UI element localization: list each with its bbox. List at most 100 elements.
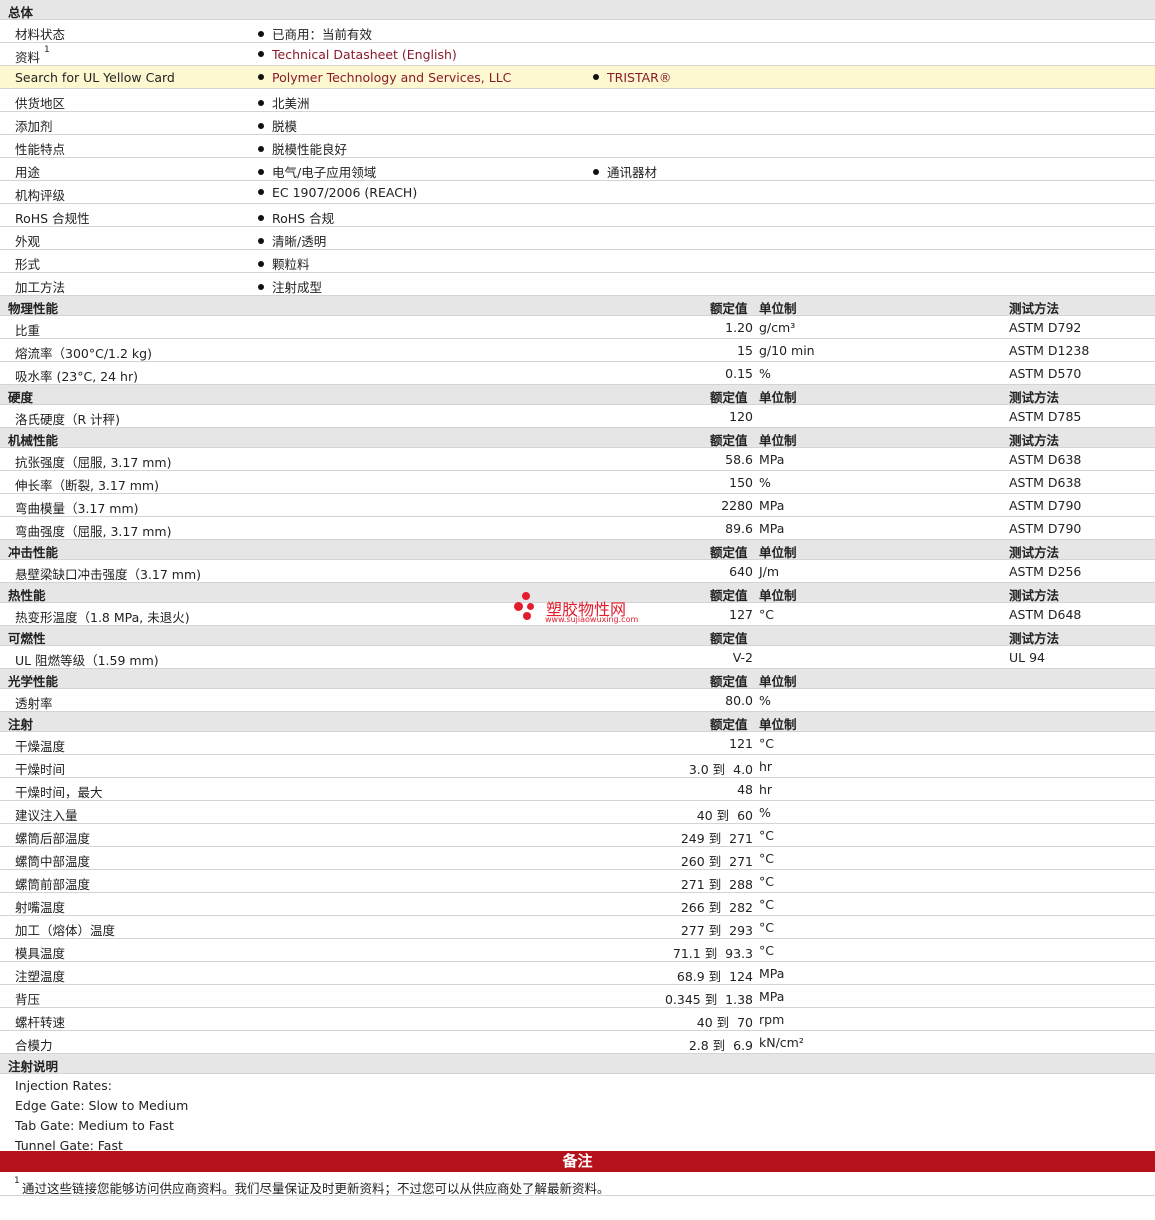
general-row: 外观 清晰/透明	[0, 227, 1155, 250]
col-unit-header: 单位制	[759, 433, 797, 448]
col-method-header: 测试方法	[1009, 631, 1060, 646]
bullet-icon	[258, 146, 264, 152]
property-label: 比重	[15, 323, 41, 338]
remarks-title: 备注	[562, 1152, 593, 1170]
row-label: 资料	[15, 50, 41, 65]
property-row: 弯曲强度（屈服, 3.17 mm) 89.6 MPa ASTM D790	[0, 517, 1155, 540]
property-value: 271 到 288	[680, 877, 753, 892]
value-text: 颗粒料	[272, 257, 310, 272]
property-row: 洛氏硬度（R 计秤) 120 ASTM D785	[0, 405, 1155, 428]
property-value: 89.6	[725, 521, 753, 536]
col-method-header: 测试方法	[1009, 390, 1060, 405]
value-text: 注射成型	[272, 280, 323, 295]
row-value: 脱模	[258, 116, 297, 135]
value-text: 清晰/透明	[272, 234, 327, 249]
bullet-icon	[593, 74, 599, 80]
property-unit: °C	[759, 851, 774, 866]
bullet-icon	[258, 169, 264, 175]
remarks-text: 通过这些链接您能够访问供应商资料。我们尽量保证及时更新资料；不过您可以从供应商处…	[22, 1181, 610, 1196]
property-label: 干燥时间	[15, 762, 66, 777]
property-unit: MPa	[759, 966, 785, 981]
bullet-icon	[258, 261, 264, 267]
row-label: 加工方法	[15, 280, 66, 295]
value-text: 脱模性能良好	[272, 142, 348, 157]
section-header: 硬度 额定值 单位制 测试方法	[0, 385, 1155, 405]
value-text[interactable]: TRISTAR®	[607, 70, 671, 85]
property-unit: %	[759, 475, 771, 490]
brand-link[interactable]: TRISTAR®	[593, 70, 671, 85]
property-label: 注塑温度	[15, 969, 66, 984]
col-unit-header: 单位制	[759, 390, 797, 405]
general-row: 形式 颗粒料	[0, 250, 1155, 273]
row-label: 供货地区	[15, 96, 66, 111]
remarks-row: 1 通过这些链接您能够访问供应商资料。我们尽量保证及时更新资料；不过您可以从供应商…	[0, 1172, 1155, 1196]
general-row: 资料 1 Technical Datasheet (English)	[0, 43, 1155, 66]
test-method: ASTM D785	[1009, 409, 1082, 424]
property-unit: MPa	[759, 989, 785, 1004]
col-method-header: 测试方法	[1009, 301, 1060, 316]
value-text: 已商用：当前有效	[272, 27, 373, 42]
property-label: 模具温度	[15, 946, 66, 961]
general-row: 材料状态 已商用：当前有效	[0, 20, 1155, 43]
supplier-link[interactable]: Polymer Technology and Services, LLC	[258, 70, 511, 85]
property-value: 40 到 70	[696, 1015, 753, 1030]
property-row: 透射率 80.0%	[0, 689, 1155, 712]
row-label: 形式	[15, 257, 41, 272]
property-label: UL 阻燃等级（1.59 mm)	[15, 653, 159, 668]
value-text: 脱模	[272, 119, 298, 134]
property-row: 干燥时间，最大 48 hr	[0, 778, 1155, 801]
general-row: Search for UL Yellow Card Polymer Technol…	[0, 66, 1155, 89]
test-method: ASTM D790	[1009, 521, 1082, 536]
property-unit: MPa	[759, 521, 785, 536]
col-unit-header: 单位制	[759, 674, 797, 689]
test-method: UL 94	[1009, 650, 1045, 665]
note-line: Tab Gate: Medium to Fast	[15, 1118, 174, 1133]
property-value: 0.15	[725, 366, 753, 381]
property-unit: °C	[759, 897, 774, 912]
bullet-icon	[258, 215, 264, 221]
section-header: 可燃性 额定值 测试方法	[0, 626, 1155, 646]
property-unit: g/10 min	[759, 343, 815, 358]
property-unit: %	[759, 693, 771, 708]
col-nominal-header: 额定值	[710, 433, 748, 448]
property-row: 螺筒中部温度 260 到 271 °C	[0, 847, 1155, 870]
test-method: ASTM D790	[1009, 498, 1082, 513]
property-row: 背压 0.345 到 1.38 MPa	[0, 985, 1155, 1008]
property-row: 弯曲模量（3.17 mm) 2280 MPa ASTM D790	[0, 494, 1155, 517]
property-row: 加工（熔体）温度 277 到 293 °C	[0, 916, 1155, 939]
value-text[interactable]: Technical Datasheet (English)	[272, 47, 457, 62]
row-label: 性能特点	[15, 142, 66, 157]
property-value: 1.20	[725, 320, 753, 335]
property-label: 洛氏硬度（R 计秤)	[15, 412, 121, 427]
general-row: 供货地区 北美洲	[0, 89, 1155, 112]
property-label: 透射率	[15, 696, 53, 711]
property-unit: °C	[759, 920, 774, 935]
general-row: 机构评级 EC 1907/2006 (REACH)	[0, 181, 1155, 204]
value-text: 通讯器材	[607, 165, 658, 180]
property-value: 48	[737, 782, 753, 797]
property-row: 螺杆转速 40 到 70 rpm	[0, 1008, 1155, 1031]
value-text: RoHS 合规	[272, 211, 335, 226]
row-value: 注射成型	[258, 277, 322, 296]
col-method-header: 测试方法	[1009, 545, 1060, 560]
property-label: 伸长率（断裂, 3.17 mm)	[15, 478, 159, 493]
footnote-marker: 1	[44, 45, 50, 55]
property-label: 合模力	[15, 1038, 53, 1053]
col-unit-header: 单位制	[759, 301, 797, 316]
property-value: 249 到 271	[680, 831, 753, 846]
value-text[interactable]: Polymer Technology and Services, LLC	[272, 70, 511, 85]
bullet-icon	[258, 284, 264, 290]
supplier-link[interactable]: Technical Datasheet (English)	[258, 47, 457, 62]
property-row: 干燥温度 121 °C	[0, 732, 1155, 755]
property-unit: J/m	[759, 564, 780, 579]
row-label: 材料状态	[15, 27, 66, 42]
section-header-injection-notes: 注射说明	[0, 1054, 1155, 1074]
test-method: ASTM D256	[1009, 564, 1082, 579]
section-title: 注射	[8, 717, 34, 732]
section-title: 总体	[8, 5, 34, 20]
value-text: EC 1907/2006 (REACH)	[272, 185, 418, 200]
col-nominal-header: 额定值	[710, 717, 748, 732]
property-row: 干燥时间 3.0 到 4.0 hr	[0, 755, 1155, 778]
property-value: 0.345 到 1.38	[664, 992, 753, 1007]
property-label: 螺筒后部温度	[15, 831, 91, 846]
